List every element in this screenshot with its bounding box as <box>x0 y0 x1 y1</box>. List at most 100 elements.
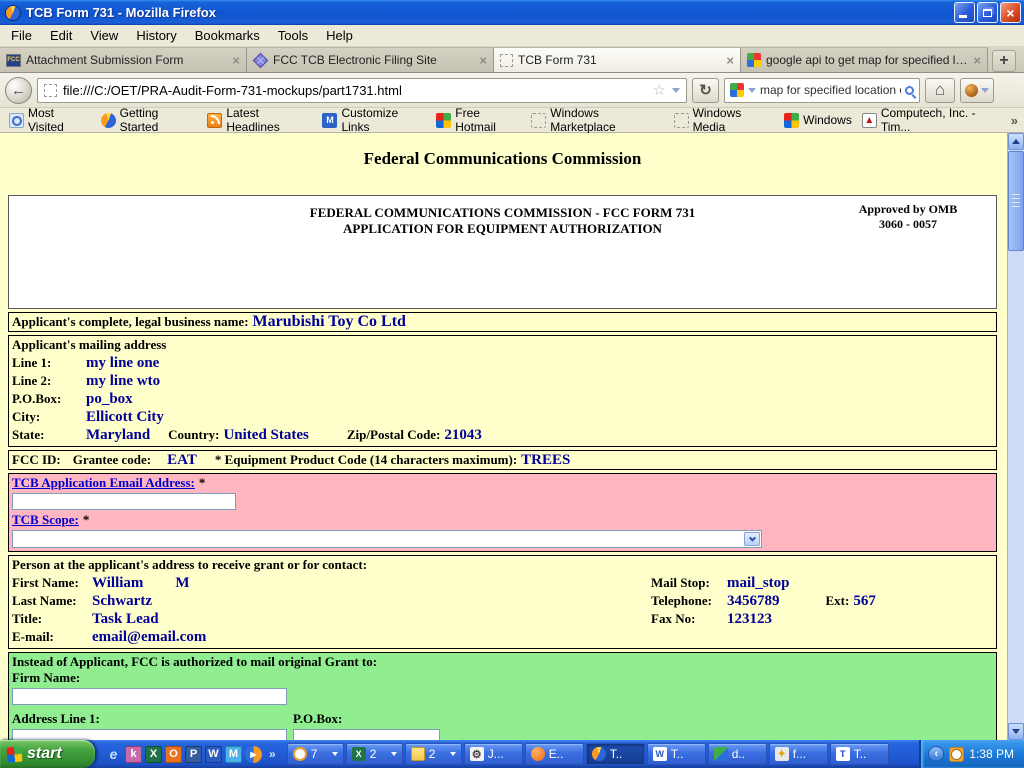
blank-favicon <box>531 113 546 128</box>
start-button[interactable]: start <box>0 740 95 768</box>
key-app-icon[interactable]: k <box>125 746 142 763</box>
firm-name-input[interactable] <box>12 688 287 705</box>
scrollbar-down-button[interactable] <box>1008 723 1024 740</box>
menu-bookmarks[interactable]: Bookmarks <box>186 26 269 45</box>
office-orange-icon[interactable]: O <box>165 746 182 763</box>
group-dropdown-icon <box>391 752 397 756</box>
menu-edit[interactable]: Edit <box>41 26 81 45</box>
msn-icon[interactable]: M <box>225 746 242 763</box>
menu-file[interactable]: File <box>2 26 41 45</box>
bookmark-getting-started[interactable]: Getting Started <box>98 105 201 135</box>
tab-close-icon[interactable]: × <box>973 53 981 68</box>
quick-launch-overflow-chevron[interactable]: » <box>265 747 280 761</box>
fcc-id-row: FCC ID: Grantee code: EAT * Equipment Pr… <box>8 450 997 470</box>
reload-button[interactable]: ↻ <box>692 78 719 103</box>
navigation-toolbar: ← ☆ ↻ ⌂ <box>0 73 1024 108</box>
tcb-email-input[interactable] <box>12 493 236 510</box>
tab-close-icon[interactable]: × <box>232 53 240 68</box>
firefox-app-icon <box>5 5 21 21</box>
bookmark-most-visited[interactable]: Most Visited <box>6 105 94 135</box>
url-input[interactable] <box>63 83 647 98</box>
restore-button[interactable] <box>977 2 998 23</box>
task-t-app[interactable]: T T.. <box>830 743 889 765</box>
bookmark-label: Windows Marketplace <box>550 106 663 134</box>
task-chart-app[interactable]: d.. <box>708 743 767 765</box>
tcb-scope-link[interactable]: TCB Scope: <box>12 512 79 527</box>
grant-pobox-input[interactable] <box>293 729 440 740</box>
tcb-email-link[interactable]: TCB Application Email Address: <box>12 475 195 490</box>
select-dropdown-button[interactable] <box>744 532 760 546</box>
task-word-doc[interactable]: W T.. <box>647 743 706 765</box>
task-orange-app[interactable]: E.. <box>525 743 584 765</box>
home-button[interactable]: ⌂ <box>925 78 955 103</box>
task-firefox-active[interactable]: T.. <box>586 743 645 765</box>
bookmark-computech[interactable]: ▲ Computech, Inc. - Tim... <box>859 105 1007 135</box>
tray-clock-icon[interactable] <box>949 747 964 762</box>
taskbar-group-clock[interactable]: 7 <box>287 743 344 765</box>
city-value: Ellicott City <box>86 409 164 425</box>
bookmark-windows[interactable]: Windows <box>781 112 855 129</box>
menu-view[interactable]: View <box>81 26 127 45</box>
taskbar-group-folders[interactable]: 2 <box>405 743 462 765</box>
line2-value: my line wto <box>86 373 160 389</box>
omb-approval: Approved by OMB 3060 - 0057 <box>828 202 988 232</box>
installer-icon: ✦ <box>775 747 789 761</box>
task-installer[interactable]: ✦ f... <box>769 743 828 765</box>
clock: 1:38 PM <box>969 747 1014 761</box>
search-input[interactable] <box>760 83 901 97</box>
firm-name-label: Firm Name: <box>12 670 80 685</box>
gear-icon: ⚙ <box>470 747 484 761</box>
tcb-scope-select[interactable] <box>12 530 762 548</box>
task-java-app[interactable]: ⚙ J... <box>464 743 523 765</box>
url-dropdown-icon[interactable] <box>672 88 680 93</box>
bookmark-windows-marketplace[interactable]: Windows Marketplace <box>528 105 666 135</box>
search-bar[interactable] <box>724 78 920 103</box>
bookmarks-overflow-chevron[interactable]: » <box>1011 113 1018 128</box>
media-player-icon[interactable]: ▶ <box>245 746 262 763</box>
tab-close-icon[interactable]: × <box>726 53 734 68</box>
url-bar[interactable]: ☆ <box>37 78 687 103</box>
equipment-product-code-value: TREES <box>521 452 570 468</box>
tab-close-icon[interactable]: × <box>479 53 487 68</box>
back-button[interactable]: ← <box>5 77 32 104</box>
tab-google-api-map[interactable]: google api to get map for specified loca… <box>741 47 988 72</box>
bookmark-label: Windows <box>803 113 852 127</box>
chevron-down-icon <box>748 534 755 541</box>
group-dropdown-icon <box>450 752 456 756</box>
publisher-icon[interactable]: P <box>185 746 202 763</box>
vertical-scrollbar[interactable] <box>1007 133 1024 740</box>
close-button[interactable]: × <box>1000 2 1021 23</box>
group-count: 2 <box>429 747 436 761</box>
bookmark-free-hotmail[interactable]: Free Hotmail <box>433 105 524 135</box>
scrollbar-thumb[interactable] <box>1008 151 1024 251</box>
bookmark-windows-media[interactable]: Windows Media <box>671 105 778 135</box>
first-name-value: William <box>92 575 143 591</box>
tab-tcb-form-731[interactable]: TCB Form 731 × <box>494 47 741 72</box>
firebug-dropdown-icon[interactable] <box>981 88 989 93</box>
bookmark-label: Latest Headlines <box>226 106 312 134</box>
bookmark-star-icon[interactable]: ☆ <box>653 81 666 99</box>
menu-tools[interactable]: Tools <box>269 26 317 45</box>
google-search-engine-icon <box>730 83 744 97</box>
new-tab-button[interactable]: + <box>992 50 1016 72</box>
telephone-label: Telephone: <box>651 593 723 609</box>
taskbar-group-excel[interactable]: X 2 <box>346 743 403 765</box>
tab-fcc-tcb-filing-site[interactable]: FCC TCB Electronic Filing Site × <box>247 47 494 72</box>
tab-attachment-submission-form[interactable]: FCC Attachment Submission Form × <box>0 47 247 72</box>
search-engine-dropdown-icon[interactable] <box>748 88 756 93</box>
search-icon[interactable] <box>905 86 914 95</box>
address-line1-input[interactable] <box>12 729 287 740</box>
menu-history[interactable]: History <box>127 26 185 45</box>
firebug-button[interactable] <box>960 78 994 103</box>
business-name-value: Marubishi Toy Co Ltd <box>253 313 406 330</box>
scrollbar-up-button[interactable] <box>1008 133 1024 150</box>
minimize-button[interactable] <box>954 2 975 23</box>
bookmark-customize-links[interactable]: M Customize Links <box>319 105 429 135</box>
excel-icon[interactable]: X <box>145 746 162 763</box>
internet-explorer-icon[interactable]: e <box>105 746 122 763</box>
bookmark-latest-headlines[interactable]: Latest Headlines <box>204 105 315 135</box>
menu-help[interactable]: Help <box>317 26 362 45</box>
tray-collapse-chevron[interactable]: ‹ <box>928 746 944 762</box>
word-icon[interactable]: W <box>205 746 222 763</box>
first-name-label: First Name: <box>12 575 88 591</box>
